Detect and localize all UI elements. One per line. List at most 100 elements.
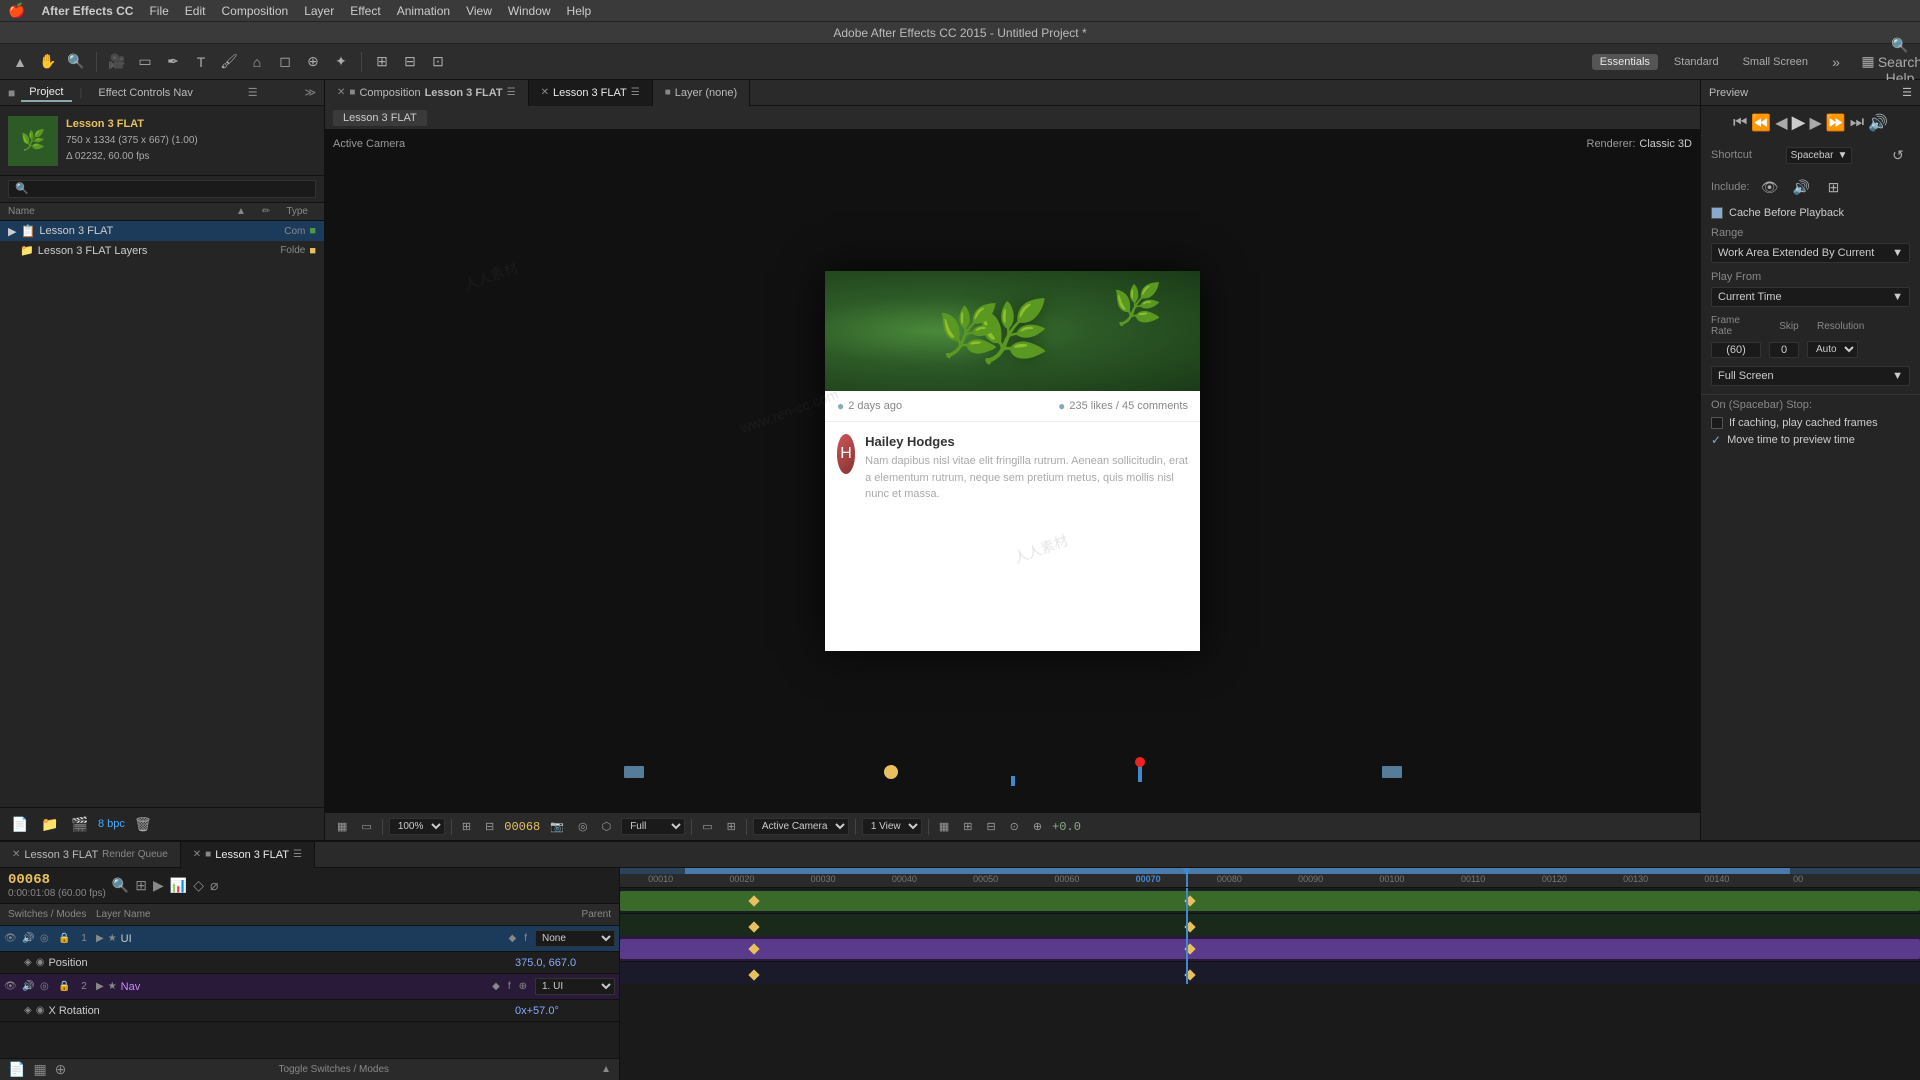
panel-tab-effect-controls[interactable]: Effect Controls Nav [90,85,201,101]
vc-quality-select[interactable]: FullHalfQuarter [621,818,685,835]
search-help-btn[interactable]: 🔍 Search Help [1888,50,1912,74]
menu-item-help[interactable]: Help [567,4,592,18]
tool-rect[interactable]: ▭ [133,50,157,74]
tl-graph-btn[interactable]: 📊 [170,877,187,894]
menu-item-animation[interactable]: Animation [397,4,450,18]
tl-prop-keyframe[interactable]: ◈ [24,957,32,968]
apple-logo-icon[interactable]: 🍎 [8,2,25,19]
if-caching-checkbox[interactable] [1711,417,1723,429]
menu-item-effect[interactable]: Effect [350,4,380,18]
tl-prop-kf-2[interactable]: ◈ [24,1005,32,1016]
workspace-icon-btn[interactable]: ▦ [1856,50,1880,74]
tl-motion-btn[interactable]: ▶ [153,877,164,894]
cache-checkbox[interactable] [1711,207,1723,219]
tool-puppet[interactable]: ✦ [329,50,353,74]
kf-left-handle[interactable] [624,766,644,778]
tl-prop-stop[interactable]: ◉ [36,957,45,968]
tool-align[interactable]: ⊞ [370,50,394,74]
full-screen-dropdown[interactable]: Full Screen ▼ [1711,366,1910,386]
tl-tab-menu[interactable]: ☰ [293,849,302,860]
prev-back-btn[interactable]: ⏪ [1751,113,1771,133]
tool-clone[interactable]: ⌂ [245,50,269,74]
range-dropdown[interactable]: Work Area Extended By Current ▼ [1711,243,1910,263]
tl-expand-1[interactable]: ▶ [96,933,104,944]
menu-item-window[interactable]: Window [508,4,551,18]
tree-item-lesson3flat-layers[interactable]: 📁 Lesson 3 FLAT Layers Folde ■ [0,241,324,260]
play-from-dropdown[interactable]: Current Time ▼ [1711,287,1910,307]
kf-right-handle[interactable] [1382,766,1402,778]
tool-roto[interactable]: ⊕ [301,50,325,74]
prev-back-frame-btn[interactable]: ◀ [1775,113,1787,133]
new-comp-btn[interactable]: 🎬 [68,812,92,836]
tool-pen[interactable]: ✒ [161,50,185,74]
tl-tab-lesson3flat[interactable]: ✕ ■ Lesson 3 FLAT ☰ [181,842,315,868]
tl-vis-1[interactable]: 👁 [4,933,18,944]
vc-btn4[interactable]: ⊙ [1006,818,1023,835]
vc-camera-icon[interactable]: 📷 [546,818,568,835]
kf-center-handle[interactable] [884,765,898,779]
preview-menu-icon[interactable]: ☰ [1902,86,1912,99]
expand-pane-btn[interactable]: ▲ [601,1064,611,1075]
vc-snap-btn2[interactable]: ⊟ [481,818,498,835]
kf-xrot-2[interactable] [1184,969,1195,980]
vc-motion-blur[interactable]: ◎ [574,818,592,835]
tool-brush[interactable]: 🖌 [217,50,241,74]
breadcrumb-lesson3flat[interactable]: Lesson 3 FLAT [333,110,427,126]
comp-tab-layer-none[interactable]: ■ Layer (none) [653,80,750,106]
vc-zoom-select[interactable]: 100%50%200% [389,818,445,835]
tl-layer-1[interactable]: 👁 🔊 ◎ 🔒 1 ▶ ★ UI ◆ f None [0,926,619,952]
skip-input[interactable] [1769,342,1799,358]
playhead-handle[interactable] [1138,762,1142,782]
menu-item-layer[interactable]: Layer [304,4,334,18]
prev-fwd-frame-btn[interactable]: ▶ [1809,113,1821,133]
vc-region-btn[interactable]: ▭ [357,818,375,835]
tl-keyframe-btn[interactable]: ⌀ [210,877,218,894]
tl-parent-2[interactable]: 1. UI [535,978,615,995]
prev-play-btn[interactable]: ▶ [1792,112,1806,133]
tl-fx-1[interactable]: f [524,933,527,944]
tl-solo-star-1[interactable]: ★ [108,933,117,944]
tl-audio-2[interactable]: 🔊 [22,981,36,992]
comp-tab-lesson3flat-2[interactable]: ✕ Lesson 3 FLAT ☰ [529,80,653,106]
tl-playhead[interactable] [1186,868,1188,887]
tool-align2[interactable]: ⊟ [398,50,422,74]
kf-xrot-1[interactable] [748,969,759,980]
tl-expand-2[interactable]: ▶ [96,981,104,992]
shortcut-dropdown[interactable]: Spacebar ▼ [1786,147,1853,164]
tl-lock-1[interactable]: 🔒 [58,933,72,944]
tool-zoom[interactable]: 🔍 [64,50,88,74]
vc-btn3[interactable]: ⊟ [982,818,999,835]
tl-audio-1[interactable]: 🔊 [22,933,36,944]
vc-grid-btn2[interactable]: ⊞ [723,818,740,835]
menu-item-edit[interactable]: Edit [185,4,206,18]
menu-item-ae[interactable]: After Effects CC [41,4,133,18]
tl-new-solid-btn[interactable]: ▦ [33,1061,46,1078]
tree-item-lesson3flat[interactable]: ▶ 📋 Lesson 3 FLAT Com ■ [0,221,324,241]
tl-parent-1[interactable]: None [535,930,615,947]
vc-pixel-btn[interactable]: ⬡ [598,818,616,835]
vc-camera-select[interactable]: Active Camera [753,818,849,835]
project-search-input[interactable] [8,180,316,198]
tl-3d-2[interactable]: ⊕ [519,981,527,992]
tl-fx-2[interactable]: f [508,981,511,992]
prev-first-btn[interactable]: ⏮ [1733,114,1747,132]
panel-menu-btn[interactable]: ☰ [248,86,258,99]
tl-tab-render-queue[interactable]: ✕ Lesson 3 FLAT Render Queue [0,842,181,868]
include-overlays-btn[interactable]: ⊞ [1822,175,1846,199]
tool-hand[interactable]: ✋ [36,50,60,74]
comp-tab-lesson3flat-1[interactable]: ✕ ■ Composition Lesson 3 FLAT ☰ [325,80,529,106]
tl-solo-2[interactable]: ◎ [40,981,54,992]
tl-new-layer-btn[interactable]: 📄 [8,1061,25,1078]
resolution-select[interactable]: AutoFullHalf [1807,341,1858,358]
tool-3d[interactable]: ⊡ [426,50,450,74]
workspace-expand-btn[interactable]: » [1824,50,1848,74]
panel-tab-project[interactable]: Project [21,84,71,102]
tl-search-btn[interactable]: 🔍 [112,877,129,894]
vc-btn5[interactable]: ⊕ [1029,818,1046,835]
tool-camera-orbit[interactable]: 🎥 [105,50,129,74]
vc-view-select[interactable]: 1 View [862,818,922,835]
tl-solo-star-2[interactable]: ★ [108,981,117,992]
frame-rate-input[interactable] [1711,342,1761,358]
tl-prop-stop-2[interactable]: ◉ [36,1005,45,1016]
tl-options-btn[interactable]: ⊞ [135,877,147,894]
